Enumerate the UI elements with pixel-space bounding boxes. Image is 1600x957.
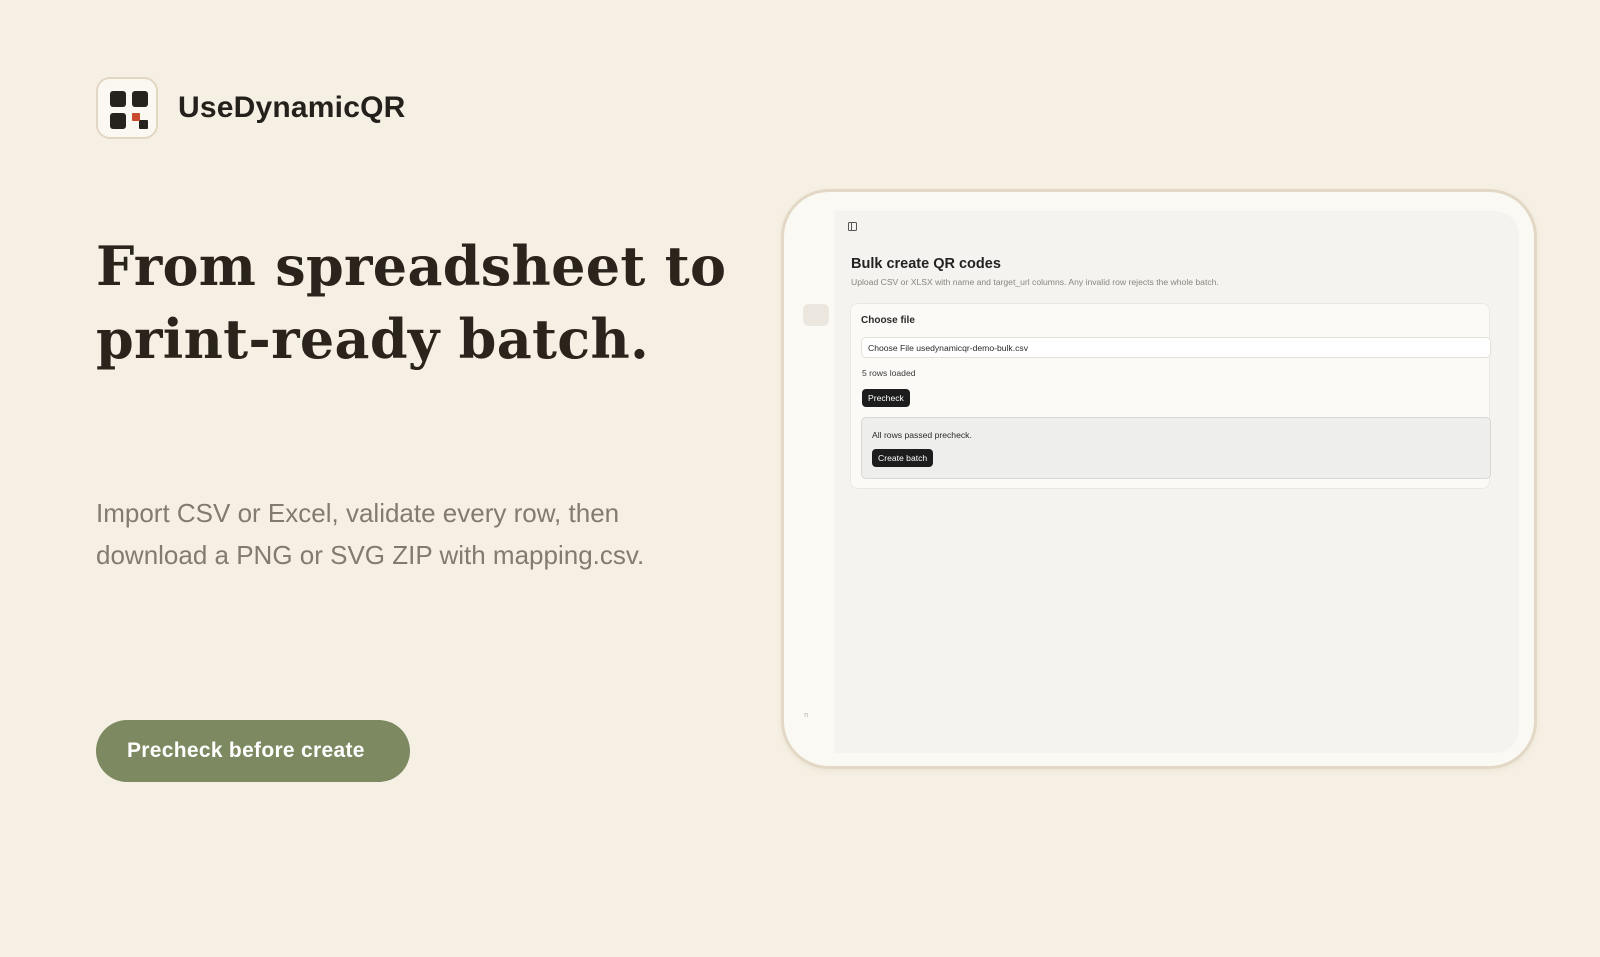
choose-file-label: Choose file xyxy=(861,315,915,326)
upload-card: Choose file Choose File usedynamicqr-dem… xyxy=(850,303,1491,489)
sidebar-toggle-icon[interactable] xyxy=(848,222,857,231)
hero-subhead-line-1: Import CSV or Excel, validate every row,… xyxy=(96,498,620,528)
brand[interactable]: UseDynamicQR xyxy=(96,77,406,139)
hero-subhead-line-2: download a PNG or SVG ZIP with mapping.c… xyxy=(96,540,645,570)
precheck-result-message: All rows passed precheck. xyxy=(872,430,972,440)
rows-loaded-status: 5 rows loaded xyxy=(862,368,916,378)
precheck-button[interactable]: Precheck xyxy=(862,389,910,407)
hero-subhead: Import CSV or Excel, validate every row,… xyxy=(96,492,716,576)
page-subtitle: Upload CSV or XLSX with name and target_… xyxy=(851,277,1219,287)
hero-headline-line-2: print-ready batch. xyxy=(96,307,650,371)
brand-name: UseDynamicQR xyxy=(178,91,406,124)
sidebar-rail-item[interactable] xyxy=(803,304,829,326)
file-input[interactable]: Choose File usedynamicqr-demo-bulk.csv xyxy=(861,337,1491,358)
precheck-before-create-button[interactable]: Precheck before create xyxy=(96,720,410,782)
hero-headline-line-1: From spreadsheet to xyxy=(96,234,727,298)
tablet-mockup: n Bulk create QR codes Upload CSV or XLS… xyxy=(781,189,1537,769)
sidebar-rail-mark: n xyxy=(804,711,809,719)
create-batch-button[interactable]: Create batch xyxy=(872,449,934,467)
hero-headline: From spreadsheet to print-ready batch. xyxy=(96,230,736,376)
qr-logo-icon xyxy=(96,77,158,139)
page-title: Bulk create QR codes xyxy=(851,256,1001,272)
precheck-result-box: All rows passed precheck. Create batch xyxy=(861,417,1491,479)
app-screen: Bulk create QR codes Upload CSV or XLSX … xyxy=(835,211,1519,753)
